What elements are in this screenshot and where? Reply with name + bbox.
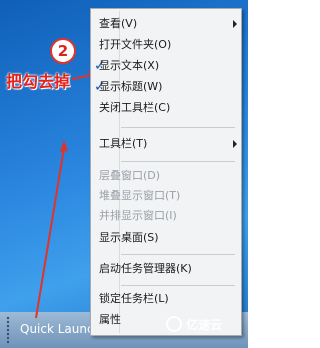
- menu-separator: [121, 127, 235, 128]
- menu-item-label: 显示桌面(S): [99, 231, 159, 244]
- red-arrow-up-line: [35, 147, 65, 319]
- menu-item-label: 关闭工具栏(C): [99, 101, 171, 114]
- submenu-arrow-icon: [233, 140, 237, 148]
- red-arrow-up-head: [60, 140, 68, 152]
- taskbar-context-menu: 查看(V) 打开文件夹(O) ✓ 显示文本(X) ✓ 显示标题(W) 关闭工具栏…: [90, 8, 242, 336]
- menu-item-label: 显示文本(X): [99, 59, 160, 72]
- menu-separator: [121, 254, 235, 255]
- menu-separator: [121, 161, 235, 162]
- menu-item-view[interactable]: 查看(V): [91, 15, 241, 33]
- menu-item-label: 层叠窗口(D): [99, 169, 161, 182]
- menu-item-stack-windows: 堆叠显示窗口(T): [91, 187, 241, 205]
- menu-item-label: 堆叠显示窗口(T): [99, 189, 181, 202]
- red-arrow-right-line: [71, 74, 93, 80]
- menu-item-label: 查看(V): [99, 17, 138, 30]
- menu-item-label: 打开文件夹(O): [99, 38, 172, 51]
- menu-item-open-folder[interactable]: 打开文件夹(O): [91, 36, 241, 54]
- menu-item-toolbars[interactable]: 工具栏(T): [91, 135, 241, 153]
- step-number-badge: 2: [50, 38, 76, 64]
- menu-item-label: 启动任务管理器(K): [99, 262, 192, 275]
- menu-item-label: 显示标题(W): [99, 80, 163, 93]
- menu-item-label: 工具栏(T): [99, 137, 148, 150]
- menu-item-lock-taskbar[interactable]: 锁定任务栏(L): [91, 290, 241, 308]
- menu-item-label: 锁定任务栏(L): [99, 292, 169, 305]
- watermark-text: 亿速云: [186, 318, 223, 332]
- menu-item-task-manager[interactable]: 启动任务管理器(K): [91, 260, 241, 278]
- menu-item-show-title[interactable]: ✓ 显示标题(W): [91, 78, 241, 96]
- menu-separator: [121, 285, 235, 286]
- menu-item-show-text[interactable]: ✓ 显示文本(X): [91, 57, 241, 75]
- submenu-arrow-icon: [233, 20, 237, 28]
- menu-item-label: 属性: [99, 313, 121, 326]
- menu-item-close-toolbar[interactable]: 关闭工具栏(C): [91, 99, 241, 117]
- menu-item-label: 并排显示窗口(I): [99, 209, 177, 222]
- menu-item-side-by-side-windows: 并排显示窗口(I): [91, 207, 241, 225]
- menu-item-cascade-windows: 层叠窗口(D): [91, 167, 241, 185]
- watermark-logo-icon: [166, 316, 182, 332]
- menu-item-show-desktop[interactable]: 显示桌面(S): [91, 229, 241, 247]
- instruction-text: 把勾去掉: [6, 72, 71, 91]
